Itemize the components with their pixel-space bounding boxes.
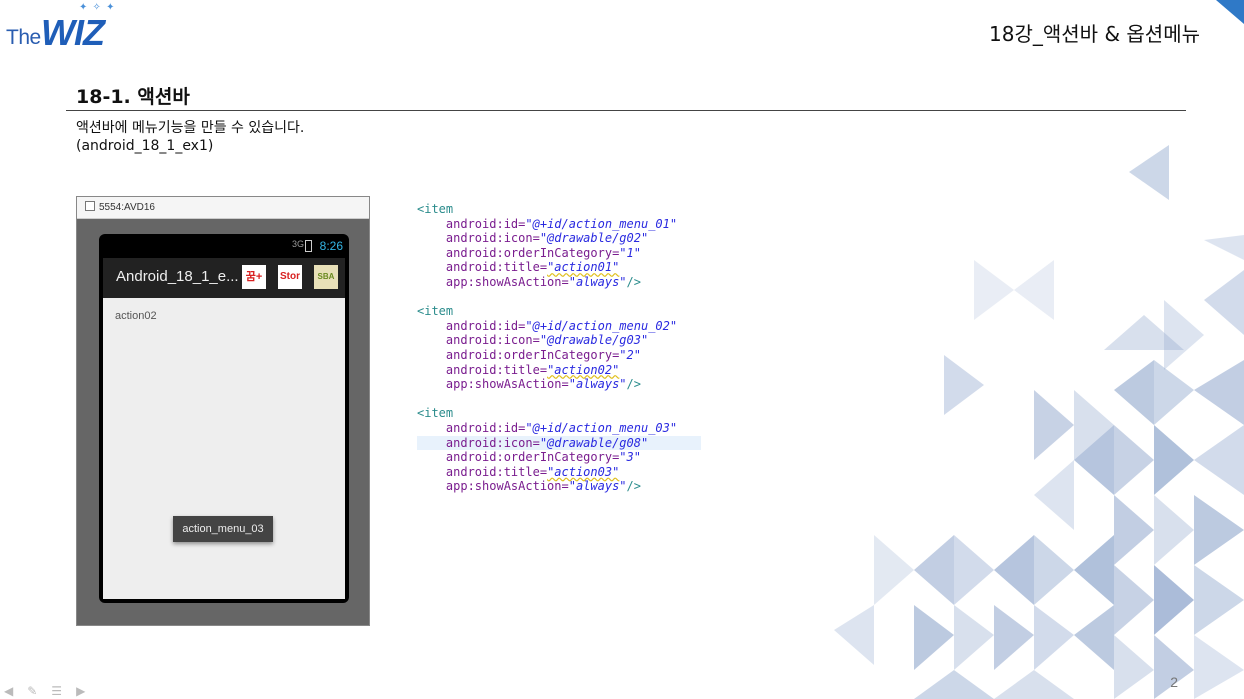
attr-title: android:title=	[445, 362, 548, 377]
attr-id: android:id=	[445, 216, 526, 231]
attr-icon: android:icon=	[445, 333, 540, 348]
attr-show: app:showAsAction=	[445, 479, 569, 494]
highlighted-line: android:icon="@drawable/g08"	[417, 435, 701, 451]
signal-icon: 3G	[291, 239, 304, 249]
phone-screen: 3G 8:26 Android_18_1_e... 꿈+ Stor SBA ac…	[99, 234, 349, 603]
item-tag: <item	[417, 304, 454, 319]
val-title: "action01"	[547, 260, 620, 275]
menu-icon[interactable]: ☰	[51, 684, 76, 698]
val-title: "action02"	[547, 362, 620, 377]
xml-code-snippet: <item android:id="@+id/action_menu_01" a…	[417, 202, 701, 508]
action-bar: Android_18_1_e... 꿈+ Stor SBA	[103, 258, 345, 298]
status-time: 8:26	[319, 239, 343, 253]
val-show: "always"	[568, 479, 627, 494]
content-text: action02	[115, 310, 157, 322]
thewiz-logo: ✦ ✧ ✦ The WIZ	[5, 2, 125, 53]
slide-header-title: 18강_액션바 & 옵션메뉴	[989, 22, 1200, 46]
attr-order: android:orderInCategory=	[445, 347, 620, 362]
val-title: "action03"	[547, 464, 620, 479]
val-icon: "@drawable/g03"	[539, 333, 649, 348]
attr-title: android:title=	[445, 260, 548, 275]
val-show: "always"	[568, 377, 627, 392]
menu-item-block-2: <item android:id="@+id/action_menu_02" a…	[417, 304, 701, 392]
item-close-tag: />	[626, 274, 641, 289]
val-id: "@+id/action_menu_01"	[525, 216, 678, 231]
emulator-window-title: 5554:AVD16	[99, 202, 155, 213]
val-show: "always"	[568, 274, 627, 289]
corner-accent	[1216, 0, 1244, 24]
attr-id: android:id=	[445, 420, 526, 435]
logo-wiz: WIZ	[41, 12, 105, 53]
attr-order: android:orderInCategory=	[445, 450, 620, 465]
window-icon	[85, 201, 95, 211]
pen-icon[interactable]: ✎	[27, 684, 51, 698]
decorative-triangles	[834, 145, 1244, 699]
emulator-titlebar[interactable]: 5554:AVD16	[77, 197, 369, 219]
attr-id: android:id=	[445, 318, 526, 333]
val-order: "3"	[619, 450, 641, 465]
val-id: "@+id/action_menu_02"	[525, 318, 678, 333]
attr-show: app:showAsAction=	[445, 274, 569, 289]
logo-the: The	[6, 26, 41, 49]
attr-title: android:title=	[445, 464, 548, 479]
val-icon: "@drawable/g02"	[539, 231, 649, 246]
action-menu-01-icon[interactable]: 꿈+	[242, 265, 266, 289]
section-title: 18-1. 액션바	[76, 86, 190, 108]
item-tag: <item	[417, 202, 454, 216]
item-tag: <item	[417, 406, 454, 421]
page-number: 2	[1170, 674, 1178, 690]
attr-show: app:showAsAction=	[445, 377, 569, 392]
status-bar: 3G 8:26	[99, 234, 349, 256]
toast-message: action_menu_03	[173, 516, 273, 542]
attr-icon: android:icon=	[445, 435, 540, 450]
item-close-tag: />	[626, 377, 641, 392]
action-menu-02-icon[interactable]: Stor	[278, 265, 302, 289]
next-slide-icon[interactable]: ▶	[76, 684, 99, 698]
title-divider	[66, 110, 1186, 111]
menu-item-block-1: <item android:id="@+id/action_menu_01" a…	[417, 202, 701, 290]
battery-icon	[305, 240, 312, 252]
attr-order: android:orderInCategory=	[445, 245, 620, 260]
val-order: "1"	[619, 245, 641, 260]
attr-icon: android:icon=	[445, 231, 540, 246]
section-description: 액션바에 메뉴기능을 만들 수 있습니다. (android_18_1_ex1)	[76, 119, 304, 155]
description-line-1: 액션바에 메뉴기능을 만들 수 있습니다.	[76, 120, 305, 136]
item-close-tag: />	[626, 479, 641, 494]
val-icon: "@drawable/g08"	[539, 435, 649, 450]
app-content: action02 action_menu_03	[103, 298, 345, 599]
val-id: "@+id/action_menu_03"	[525, 420, 678, 435]
val-order: "2"	[619, 347, 641, 362]
prev-slide-icon[interactable]: ◀	[4, 684, 27, 698]
action-menu-03-icon[interactable]: SBA	[314, 265, 338, 289]
menu-item-block-3: <item android:id="@+id/action_menu_03" a…	[417, 406, 701, 494]
description-line-2: (android_18_1_ex1)	[76, 138, 214, 154]
app-title: Android_18_1_e...	[116, 268, 239, 285]
slideshow-nav[interactable]: ◀✎☰▶	[4, 684, 99, 698]
emulator-window: 5554:AVD16 3G 8:26 Android_18_1_e... 꿈+ …	[76, 196, 370, 626]
